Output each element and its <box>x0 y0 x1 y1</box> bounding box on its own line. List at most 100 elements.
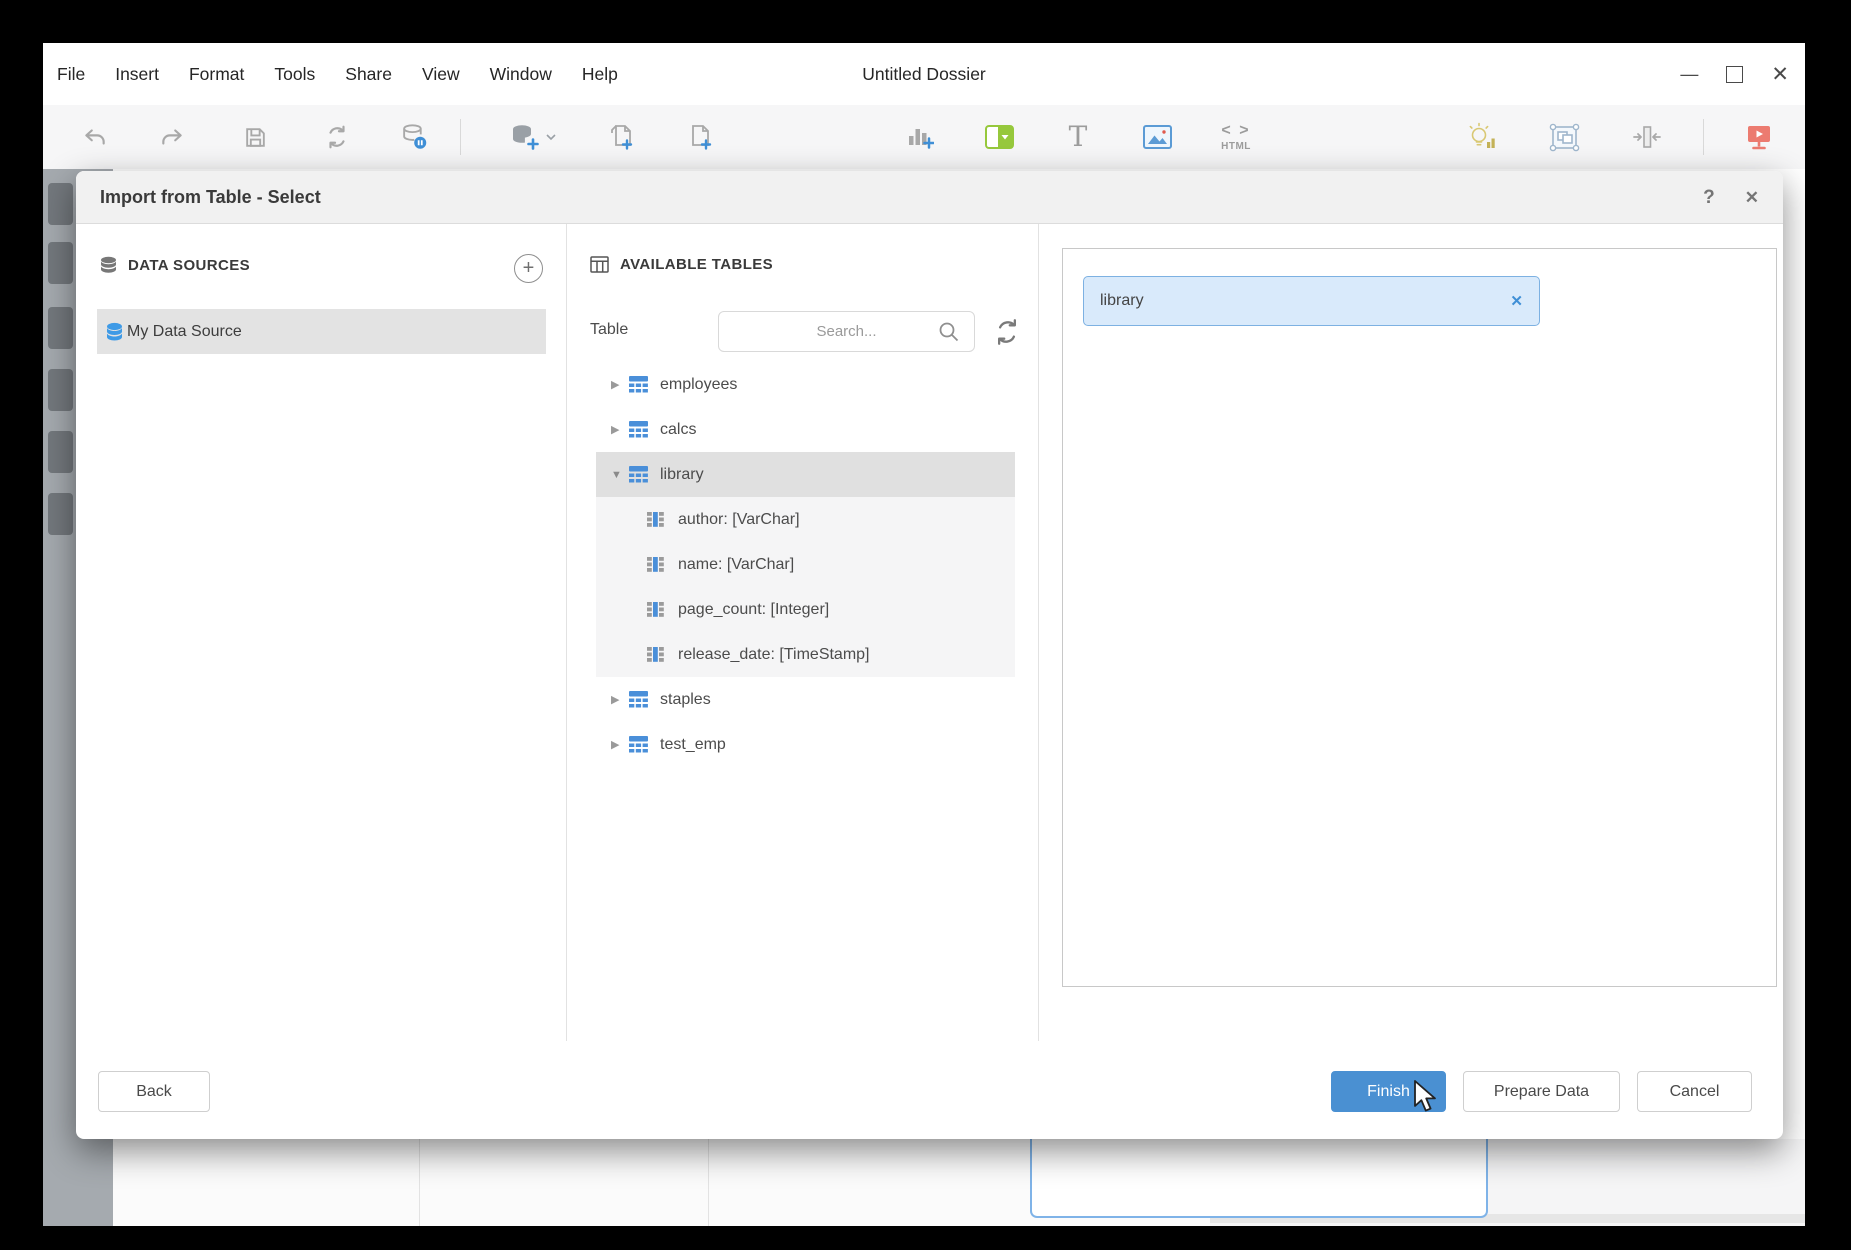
table-icon <box>629 691 648 708</box>
insert-image-button[interactable] <box>1135 105 1179 169</box>
presentation-icon <box>1745 123 1773 151</box>
chevron-right-icon[interactable]: ▶ <box>611 378 625 391</box>
available-tables-icon <box>590 256 609 273</box>
column-icon <box>647 647 664 662</box>
database-status-button[interactable] <box>392 105 436 169</box>
table-row-test-emp[interactable]: ▶ test_emp <box>596 722 1015 767</box>
image-icon <box>1143 125 1172 149</box>
fit-contents-icon <box>1632 124 1662 150</box>
refresh-tables-icon[interactable] <box>992 317 1022 347</box>
data-sources-icon <box>100 256 117 275</box>
insights-button[interactable] <box>1460 105 1504 169</box>
close-window-button[interactable]: ✕ <box>1771 64 1789 85</box>
table-row-staples[interactable]: ▶ staples <box>596 677 1015 722</box>
cancel-button[interactable]: Cancel <box>1637 1071 1752 1112</box>
insert-page-template-button[interactable] <box>599 105 643 169</box>
redo-icon <box>159 124 185 150</box>
chevron-down-icon[interactable]: ▼ <box>611 469 625 481</box>
chevron-right-icon[interactable]: ▶ <box>611 738 625 751</box>
tables-tree: ▶ employees ▶ calcs ▼ library author: [V… <box>566 362 1038 767</box>
data-source-item[interactable]: My Data Source <box>97 309 546 354</box>
redo-button[interactable] <box>150 105 194 169</box>
app-window: File Insert Format Tools Share View Wind… <box>43 43 1805 1226</box>
menu-bar: File Insert Format Tools Share View Wind… <box>43 43 1805 105</box>
column-name: release_date: [TimeStamp] <box>678 646 870 664</box>
add-data-source-button[interactable]: + <box>514 254 543 283</box>
search-icon <box>938 321 960 343</box>
table-row-employees[interactable]: ▶ employees <box>596 362 1015 407</box>
table-search-input[interactable] <box>719 312 974 351</box>
data-sources-header: DATA SOURCES <box>100 256 250 275</box>
background-panel-button <box>48 307 73 349</box>
column-row-page-count[interactable]: page_count: [Integer] <box>596 587 1015 632</box>
menu-format[interactable]: Format <box>189 64 244 85</box>
data-sources-label: DATA SOURCES <box>128 257 250 274</box>
chip-label: library <box>1100 292 1510 310</box>
menu-help[interactable]: Help <box>582 64 618 85</box>
selected-table-chip[interactable]: library ✕ <box>1083 276 1540 326</box>
group-icon <box>1549 123 1580 152</box>
back-button[interactable]: Back <box>98 1071 210 1112</box>
background-panel-button <box>48 183 73 225</box>
toolbar: T < > HTML <box>43 105 1805 169</box>
table-icon <box>629 421 648 438</box>
column-row-author[interactable]: author: [VarChar] <box>596 497 1015 542</box>
table-row-library[interactable]: ▼ library <box>596 452 1015 497</box>
page-add-icon <box>686 123 714 151</box>
toolbar-divider <box>460 119 461 155</box>
table-name: calcs <box>660 421 696 439</box>
selected-tables-panel: library ✕ <box>1062 248 1777 987</box>
background-panel-button <box>48 493 73 535</box>
insert-text-button[interactable]: T <box>1056 105 1100 169</box>
background-panel-button <box>48 369 73 411</box>
refresh-button[interactable] <box>315 105 359 169</box>
column-row-name[interactable]: name: [VarChar] <box>596 542 1015 587</box>
table-name: test_emp <box>660 736 726 754</box>
group-objects-button[interactable] <box>1542 105 1586 169</box>
chevron-right-icon[interactable]: ▶ <box>611 423 625 436</box>
menu-insert[interactable]: Insert <box>115 64 159 85</box>
chevron-right-icon[interactable]: ▶ <box>611 693 625 706</box>
insert-selector-button[interactable] <box>977 105 1021 169</box>
background-panel-button <box>48 431 73 473</box>
add-data-chevron-icon <box>545 133 557 141</box>
save-button[interactable] <box>233 105 277 169</box>
prepare-data-button[interactable]: Prepare Data <box>1463 1071 1620 1112</box>
column-icon <box>647 512 664 527</box>
menu-file[interactable]: File <box>57 64 85 85</box>
minimize-button[interactable]: — <box>1680 65 1698 83</box>
table-icon <box>629 736 648 753</box>
html-brackets: < > <box>1221 122 1250 139</box>
presentation-button[interactable] <box>1737 105 1781 169</box>
table-icon <box>629 466 648 483</box>
save-icon <box>243 125 268 150</box>
html-label: HTML <box>1221 141 1251 152</box>
insert-html-button[interactable]: < > HTML <box>1214 105 1258 169</box>
available-tables-label: AVAILABLE TABLES <box>620 256 773 273</box>
canvas-divider <box>419 1139 420 1226</box>
menu-tools[interactable]: Tools <box>274 64 315 85</box>
selector-icon <box>985 125 1014 149</box>
menu-share[interactable]: Share <box>345 64 392 85</box>
undo-button[interactable] <box>73 105 117 169</box>
column-row-release-date[interactable]: release_date: [TimeStamp] <box>596 632 1015 677</box>
maximize-button[interactable] <box>1726 66 1743 83</box>
background-canvas <box>113 1139 1805 1226</box>
table-row-calcs[interactable]: ▶ calcs <box>596 407 1015 452</box>
table-name: library <box>660 466 704 484</box>
insert-visualization-button[interactable] <box>898 105 942 169</box>
page-template-add-icon <box>607 123 635 151</box>
database-status-icon <box>400 123 428 151</box>
menu-view[interactable]: View <box>422 64 460 85</box>
add-data-button[interactable] <box>503 105 563 169</box>
dialog-header: Import from Table - Select ? ✕ <box>76 171 1783 224</box>
chip-remove-icon[interactable]: ✕ <box>1510 292 1523 310</box>
dialog-close-button[interactable]: ✕ <box>1745 188 1759 208</box>
menu-window[interactable]: Window <box>490 64 552 85</box>
insert-page-button[interactable] <box>678 105 722 169</box>
help-button[interactable]: ? <box>1703 187 1715 209</box>
chart-add-icon <box>906 123 934 151</box>
import-from-table-dialog: Import from Table - Select ? ✕ DATA SOUR… <box>76 171 1783 1139</box>
fit-contents-button[interactable] <box>1625 105 1669 169</box>
menu-items: File Insert Format Tools Share View Wind… <box>57 43 618 105</box>
